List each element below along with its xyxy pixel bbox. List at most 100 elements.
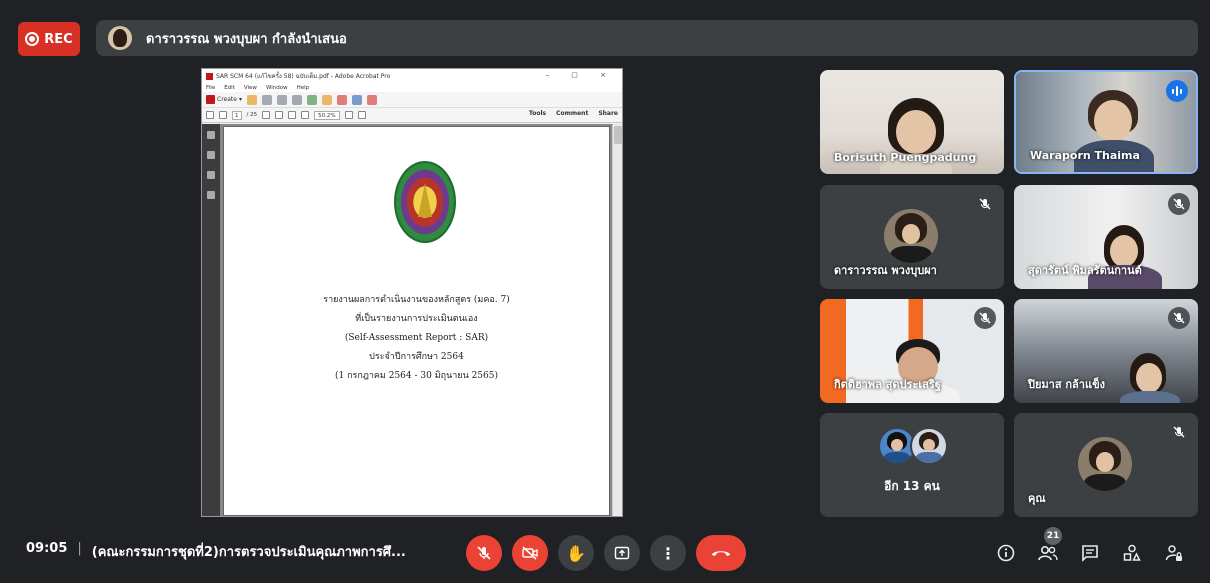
open-folder-icon <box>246 94 257 105</box>
leave-call-button[interactable] <box>696 535 746 571</box>
raise-hand-button[interactable]: ✋ <box>558 535 594 571</box>
document-line: (Self-Assessment Report : SAR) <box>344 333 489 343</box>
attachment-icon <box>207 171 215 179</box>
camera-off-icon <box>522 546 538 560</box>
people-button[interactable] <box>1036 541 1060 565</box>
participant-tile-sudarat[interactable]: สุดารัตน์ พิมลรัตนกานต์ <box>1014 185 1198 289</box>
document-title-block: รายงานผลการดำเนินงานของหลักสูตร (มคอ. 7)… <box>224 291 609 386</box>
menu-edit: Edit <box>224 84 235 91</box>
more-vert-icon: ⋮ <box>660 543 676 563</box>
avatar-stack <box>878 427 948 467</box>
participant-tile-self[interactable]: คุณ <box>1014 413 1198 517</box>
participant-tile-piyamas[interactable]: ปิยมาส กล้าแข็ง <box>1014 299 1198 403</box>
participant-video-person <box>1084 225 1164 289</box>
menu-help: Help <box>296 84 310 91</box>
chevron-down-icon: ▾ <box>238 96 242 103</box>
participant-name: สุดารัตน์ พิมลรัตนกานต์ <box>1028 264 1142 277</box>
meeting-title: (คณะกรรมการชุดที่2)การตรวจประเมินคุณภาพก… <box>91 545 406 560</box>
participant-name: คุณ <box>1028 492 1046 505</box>
page-total: / 25 <box>246 112 258 118</box>
toggle-camera-button[interactable] <box>512 535 548 571</box>
tab-comment: Comment <box>556 110 589 117</box>
print-icon <box>276 94 287 105</box>
participant-name: ดาราวรรณ พวงบุบผา <box>834 264 937 277</box>
prev-page-icon <box>206 111 214 119</box>
pane-tabs: Tools Comment Share <box>529 110 618 117</box>
participant-tile-waraporn[interactable]: Waraporn Thaima <box>1014 70 1198 174</box>
menu-file: File <box>206 84 216 91</box>
zoom-field: 50.2% <box>314 110 340 120</box>
chat-icon <box>1082 545 1098 562</box>
tab-share: Share <box>598 110 618 117</box>
select-tool-icon <box>262 111 271 119</box>
present-button[interactable] <box>604 535 640 571</box>
window-title: SAR SCM 64 (แก้ไขครั้ง 58) ฉบับเต็ม.pdf … <box>216 73 391 80</box>
speaking-indicator-icon <box>1166 80 1188 102</box>
menu-window: Window <box>265 84 288 91</box>
participant-tile-borisuth[interactable]: Borisuth Puengpadung <box>820 70 1004 174</box>
info-icon <box>997 544 1015 562</box>
scroll-thumb <box>613 126 622 144</box>
participant-video-person <box>880 339 960 403</box>
pages-icon <box>207 131 215 139</box>
mic-off-icon <box>974 307 996 329</box>
participant-name: Borisuth Puengpadung <box>834 151 977 164</box>
activities-button[interactable] <box>1120 541 1144 565</box>
create-icon <box>206 95 215 104</box>
meeting-info: 09:05 | (คณะกรรมการชุดที่2)การตรวจประเมิ… <box>26 541 406 562</box>
pdf-icon <box>366 94 377 105</box>
share-icon <box>351 94 362 105</box>
meeting-details-button[interactable] <box>994 541 1018 565</box>
avatar <box>1078 437 1132 491</box>
document-line: ที่เป็นรายงานการประเมินตนเอง <box>355 314 478 324</box>
participant-tile-kittipol[interactable]: กิตติฮาพล สุดประเสริฐ <box>820 299 1004 403</box>
participant-tile-darawan[interactable]: ดาราวรรณ พวงบุบผา <box>820 185 1004 289</box>
people-icon <box>1038 545 1058 561</box>
university-seal-icon <box>394 161 456 243</box>
menu-bar: File Edit View Window Help <box>202 83 622 92</box>
shared-screen: SAR SCM 64 (แก้ไขครั้ง 58) ฉบับเต็ม.pdf … <box>201 68 623 517</box>
menu-view: View <box>243 84 257 91</box>
acrobat-toolbar: Create ▾ <box>202 92 622 108</box>
clock: 09:05 <box>26 541 68 556</box>
participant-name: ปิยมาส กล้าแข็ง <box>1028 378 1105 391</box>
lock-person-icon <box>1165 545 1182 561</box>
participant-name: กิตติฮาพล สุดประเสริฐ <box>834 378 941 391</box>
acrobat-side-rail <box>202 124 220 516</box>
hang-up-icon <box>712 551 730 556</box>
separator: | <box>77 541 82 556</box>
host-controls-button[interactable] <box>1162 541 1186 565</box>
present-screen-icon <box>614 546 630 560</box>
document-line: ประจำปีการศึกษา 2564 <box>369 352 464 362</box>
presenter-banner: ดาราวรรณ พวงบุบผา กำลังนำเสนอ <box>96 20 1198 56</box>
more-options-button[interactable]: ⋮ <box>650 535 686 571</box>
acrobat-logo-icon <box>206 72 213 80</box>
participant-video-person <box>1120 353 1180 403</box>
window-controls: – ▢ × <box>545 71 616 79</box>
next-page-icon <box>219 111 227 119</box>
document-scrollbar <box>612 124 622 516</box>
participant-name: Waraporn Thaima <box>1030 149 1140 162</box>
record-icon <box>25 32 40 46</box>
recording-label: REC <box>44 31 73 47</box>
save-icon <box>261 94 272 105</box>
chat-button[interactable] <box>1078 541 1102 565</box>
mic-off-icon <box>1168 193 1190 215</box>
mic-off-icon <box>1168 307 1190 329</box>
document-line: รายงานผลการดำเนินงานของหลักสูตร (มคอ. 7) <box>323 295 510 305</box>
mic-off-icon <box>974 193 996 215</box>
fit-page-icon <box>344 111 353 119</box>
settings-icon <box>306 94 317 105</box>
tab-tools: Tools <box>528 110 547 117</box>
toggle-mic-button[interactable] <box>466 535 502 571</box>
more-participants-label: อีก 13 คน <box>884 479 940 493</box>
participant-tile-others[interactable]: อีก 13 คน <box>820 413 1004 517</box>
bookmark-icon <box>207 151 215 159</box>
fit-width-icon <box>357 111 366 119</box>
avatar <box>884 209 938 263</box>
create-label: Create <box>217 96 237 103</box>
window-title-bar: SAR SCM 64 (แก้ไขครั้ง 58) ฉบับเต็ม.pdf … <box>202 69 622 83</box>
hand-tool-icon <box>275 111 284 119</box>
hand-icon: ✋ <box>566 543 586 563</box>
recording-indicator[interactable]: REC <box>18 22 80 56</box>
